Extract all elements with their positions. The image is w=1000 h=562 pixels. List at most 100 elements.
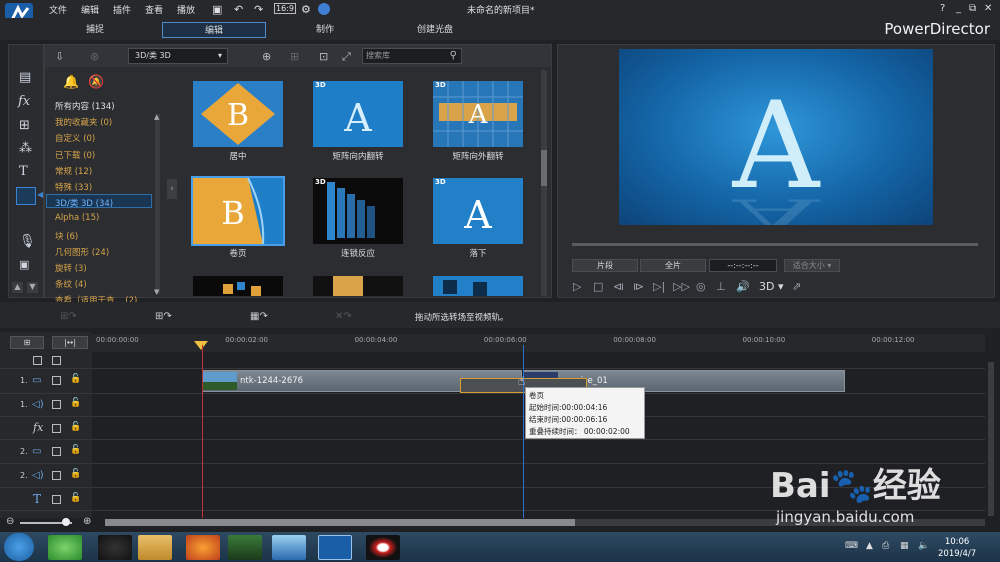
category-item[interactable]: 我的收藏夹 (0) [55, 116, 112, 128]
clip-mode-button[interactable]: 片段 [572, 259, 638, 272]
firefox-icon[interactable] [186, 535, 220, 560]
screen-recorder-icon[interactable] [366, 535, 400, 560]
voiceover-room-icon[interactable]: 🎙 [19, 234, 36, 249]
pip-room-icon[interactable]: ⊞ [19, 118, 30, 133]
search-input[interactable]: 搜索库 ⚲ [362, 48, 462, 64]
plugin-icon[interactable]: ⊛ [90, 50, 99, 63]
collapse-categories-icon[interactable]: ‹ [167, 179, 177, 199]
undock-icon[interactable]: ⇗ [792, 280, 801, 293]
zoom-slider-thumb[interactable] [62, 518, 70, 526]
category-item[interactable]: 自定义 (0) [55, 132, 95, 144]
category-item[interactable]: 几何图形 (24) [55, 246, 109, 258]
category-item[interactable]: Alpha (15) [55, 213, 99, 223]
category-item[interactable]: 3D/类 3D (34) [55, 197, 113, 209]
transition-tile-matrix-in[interactable]: A [313, 81, 403, 147]
snapshot-icon[interactable]: ◎ [696, 280, 706, 293]
zoom-in-icon[interactable]: ⊕ [83, 516, 91, 527]
help-icon[interactable]: ? [940, 3, 945, 14]
transition-tile-drop[interactable]: A [433, 178, 523, 244]
scroll-down-icon[interactable]: ▼ [154, 288, 159, 296]
category-item[interactable]: 条纹 (4) [55, 278, 87, 290]
timeline-vertical-scrollbar[interactable] [988, 362, 994, 516]
insert-track-icon[interactable]: ⊞↷ [60, 311, 77, 322]
search-icon[interactable]: ⚲ [450, 49, 457, 63]
category-scrollbar[interactable] [155, 114, 160, 294]
qq-icon[interactable] [98, 535, 132, 560]
stop-icon[interactable]: □ [593, 280, 603, 293]
import-icon[interactable]: ⇩ [55, 50, 64, 63]
timeline-scroll-thumb[interactable] [105, 519, 575, 526]
volume-icon[interactable]: 🔊 [736, 280, 750, 293]
restore-icon[interactable]: ⧉ [969, 3, 976, 14]
add-favorite-icon[interactable]: 🔔 [63, 75, 79, 90]
app-360-icon[interactable] [48, 535, 82, 560]
transition-tile-stripes[interactable] [313, 276, 403, 296]
fullscreen-icon[interactable]: ⤢ [342, 50, 351, 64]
lock-icon[interactable]: 🔓 [70, 398, 81, 408]
powerdirector-taskbar-icon[interactable] [318, 535, 352, 560]
library-scroll-thumb[interactable] [541, 150, 547, 186]
lock-icon[interactable]: 🔓 [70, 374, 81, 384]
transition-tile-matrix-out[interactable]: A [433, 81, 523, 147]
menu-view[interactable]: 查看 [145, 3, 163, 16]
lock-icon[interactable]: 🔓 [70, 445, 81, 455]
minimize-icon[interactable]: _ [956, 3, 961, 14]
volume-tray-icon[interactable]: 🔈 [918, 541, 929, 551]
all-tracks-enable-checkbox[interactable] [52, 356, 61, 365]
insert-icon[interactable]: ⊞ [290, 50, 299, 63]
media-player-icon[interactable] [228, 535, 262, 560]
scroll-up-icon[interactable]: ▲ [154, 113, 159, 121]
preview-progress-bar[interactable] [572, 243, 978, 246]
tab-produce[interactable]: 制作 [285, 22, 365, 38]
track-enable-checkbox[interactable] [52, 376, 61, 385]
play-icon[interactable]: ▷ [573, 280, 581, 293]
save-icon[interactable]: ▣ [212, 3, 222, 16]
track-enable-checkbox[interactable] [52, 447, 61, 456]
aspect-ratio-icon[interactable]: 16:9 [274, 3, 296, 14]
menu-plugins[interactable]: 插件 [113, 3, 131, 16]
undo-icon[interactable]: ↶ [234, 3, 243, 16]
category-item[interactable]: 块 (6) [55, 230, 78, 242]
transition-tile-mosaic[interactable] [433, 276, 523, 296]
fit-timeline-button[interactable]: |↔| [52, 336, 88, 349]
preview-quality-icon[interactable]: ⊥ [716, 280, 726, 293]
track-enable-checkbox[interactable] [52, 400, 61, 409]
taskbar-clock[interactable]: 10:06 2019/4/7 [938, 536, 976, 560]
menu-file[interactable]: 文件 [49, 3, 67, 16]
lock-icon[interactable]: 🔓 [70, 469, 81, 479]
category-item[interactable]: 特殊 (33) [55, 181, 92, 193]
start-button-icon[interactable] [4, 533, 34, 561]
fit-size-select[interactable]: 适合大小 ▾ [784, 259, 840, 272]
lock-icon[interactable]: 🔓 [70, 422, 81, 432]
tab-create-disc[interactable]: 创建光盘 [395, 22, 475, 38]
tab-edit[interactable]: 编辑 [162, 22, 266, 38]
media-room-icon[interactable]: ▤ [19, 70, 31, 85]
close-icon[interactable]: ✕ [984, 3, 992, 14]
transition-room-icon[interactable] [16, 187, 36, 205]
timecode-field[interactable]: --:--:--:-- [709, 259, 777, 272]
particle-room-icon[interactable]: ⁂ [19, 141, 32, 156]
usb-icon[interactable]: ⎙ [882, 541, 889, 551]
lock-icon[interactable]: 🔓 [70, 493, 81, 503]
file-explorer-icon[interactable] [138, 535, 172, 560]
fast-forward-icon[interactable]: ▷▷ [673, 280, 690, 293]
effects-room-icon[interactable]: fx [18, 94, 30, 109]
all-tracks-display-checkbox[interactable] [33, 356, 42, 365]
grid-view-icon[interactable]: ⊡ [319, 50, 328, 63]
category-select[interactable]: 3D/类 3D ▾ [128, 48, 228, 64]
account-icon[interactable] [318, 3, 330, 15]
tab-capture[interactable]: 捕捉 [55, 22, 135, 38]
add-to-timeline-icon[interactable]: ⊕ [262, 50, 271, 63]
chapter-room-icon[interactable]: ▣ [19, 258, 29, 271]
track-enable-checkbox[interactable] [52, 471, 61, 480]
track-manager-button[interactable]: ⊞ [10, 336, 44, 349]
ripple-icon[interactable]: ▦↷ [250, 311, 268, 322]
tray-arrow-icon[interactable]: ▲ [866, 541, 873, 551]
network-icon[interactable]: ▦ [900, 541, 909, 551]
transition-tile-center[interactable]: B [193, 81, 283, 147]
track-enable-checkbox[interactable] [52, 424, 61, 433]
category-item[interactable]: 所有内容 (134) [55, 100, 115, 112]
track-enable-checkbox[interactable] [52, 495, 61, 504]
zoom-out-icon[interactable]: ⊖ [6, 516, 14, 527]
remove-favorite-icon[interactable]: 🔕 [88, 75, 104, 90]
